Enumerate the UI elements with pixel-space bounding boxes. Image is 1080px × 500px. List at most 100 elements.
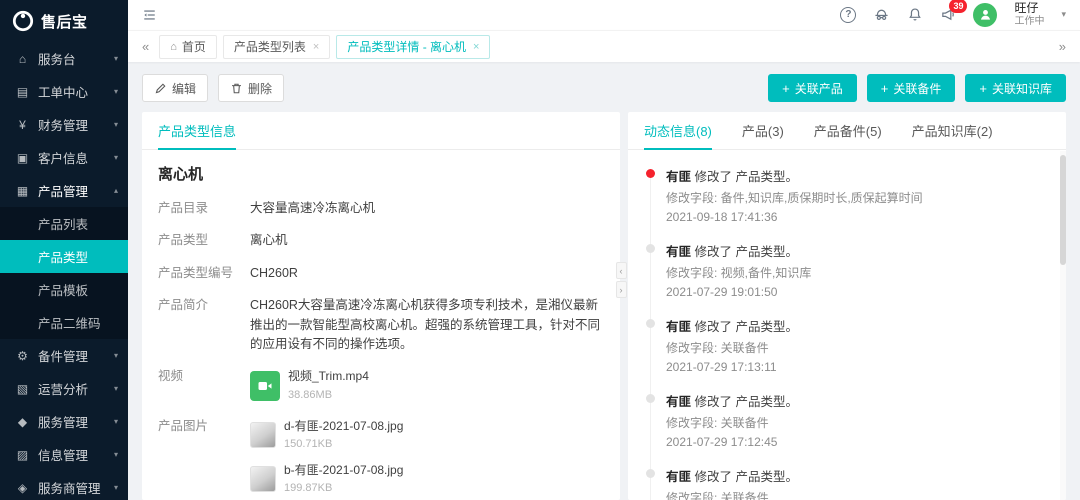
finance-icon: ¥ [14,118,31,132]
notification-badge: 39 [949,0,967,13]
customer-icon: ▣ [14,151,31,165]
analytics-icon: ▧ [14,382,31,396]
sidebar-item-service-desk[interactable]: ⌂ 服务台 ▾ [0,42,128,75]
app-window: 售后宝 ⌂ 服务台 ▾ ▤ 工单中心 ▾ ¥ 财务管理 ▾ ▣ 客户信息 ▾ [0,0,1080,500]
user-avatar[interactable] [973,3,997,27]
video-icon [250,371,280,401]
field-row: 产品简介 CH260R大容量高速冷冻离心机获得多项专利技术，是湘仪最新推出的一款… [158,296,604,354]
help-icon[interactable]: ? [840,7,856,23]
scrollbar-thumb[interactable] [1060,155,1066,265]
notification-bell-icon[interactable] [907,7,923,22]
work-order-icon: ▤ [14,85,31,99]
product-info-card: 产品类型信息 离心机 产品目录 大容量高速冷冻离心机 产品类型 离心机 [142,112,620,500]
trash-icon [230,82,243,95]
menu-fold-icon[interactable] [142,8,157,22]
product-info-body: 离心机 产品目录 大容量高速冷冻离心机 产品类型 离心机 产品类型编号 CH26… [142,150,620,500]
link-product-button[interactable]: + 关联产品 [768,74,857,102]
plus-icon: + [782,82,790,95]
provider-icon: ◈ [14,481,31,495]
activity-item: 有匪 修改了 产品类型。 修改字段: 视频,备件,知识库 2021-07-29 … [646,241,1050,299]
activity-item: 有匪 修改了 产品类型。 修改字段: 关联备件 2021-07-29 17:12… [646,391,1050,449]
user-status: 工作中 [1014,16,1044,28]
home-icon: ⌂ [170,41,177,53]
delete-button[interactable]: 删除 [218,74,284,102]
sidebar-item-service-mgmt[interactable]: ◆ 服务管理 ▾ [0,405,128,438]
product-icon: ▦ [14,184,31,198]
image-thumbnail [250,466,276,492]
announcement-icon[interactable]: 39 [940,7,956,22]
chevron-down-icon: ▾ [114,384,118,393]
collapse-left-icon[interactable]: ‹ [616,262,627,279]
panel-splitter: ‹ › [615,262,627,298]
collapse-right-icon[interactable]: › [616,281,627,298]
field-row: 产品类型 离心机 [158,231,604,250]
sidebar-item-finance[interactable]: ¥ 财务管理 ▾ [0,108,128,141]
brand-logo[interactable]: 售后宝 [0,0,128,42]
link-spare-part-button[interactable]: + 关联备件 [867,74,956,102]
product-info-tabs: 产品类型信息 [142,112,620,150]
tab-product-type-list[interactable]: 产品类型列表 × [223,35,330,59]
field-row: 产品目录 大容量高速冷冻离心机 [158,199,604,218]
tabs-scroll-left-icon[interactable]: « [138,39,153,54]
user-menu[interactable]: 旺仔 工作中 [1014,2,1044,27]
chevron-down-icon: ▾ [114,483,118,492]
image-thumbnail [250,422,276,448]
user-name: 旺仔 [1014,2,1044,16]
timeline-dot [646,319,655,328]
activity-item: 有匪 修改了 产品类型。 修改字段: 关联备件 2021-07-29 17:11… [646,466,1050,500]
sidebar-item-providers[interactable]: ◈ 服务商管理 ▾ [0,471,128,500]
sidebar-item-info-mgmt[interactable]: ▨ 信息管理 ▾ [0,438,128,471]
sidebar-item-customers[interactable]: ▣ 客户信息 ▾ [0,141,128,174]
edit-icon [154,82,167,95]
tab-product-type-info[interactable]: 产品类型信息 [158,112,236,149]
plus-icon: + [979,82,987,95]
brand-name: 售后宝 [41,11,88,32]
tab-product-type-detail[interactable]: 产品类型详情 - 离心机 × [336,35,490,59]
close-icon[interactable]: × [473,41,479,53]
sidebar-item-spare-parts[interactable]: ⚙ 备件管理 ▾ [0,339,128,372]
sidebar-subitem-product-template[interactable]: 产品模板 [0,273,128,306]
sidebar-subitem-product-list[interactable]: 产品列表 [0,207,128,240]
tab-products[interactable]: 产品(3) [742,112,784,149]
user-menu-caret-icon[interactable]: ▾ [1061,9,1066,20]
sidebar: 售后宝 ⌂ 服务台 ▾ ▤ 工单中心 ▾ ¥ 财务管理 ▾ ▣ 客户信息 ▾ [0,0,128,500]
service-mgmt-icon: ◆ [14,415,31,429]
spare-parts-icon: ⚙ [14,349,31,363]
chevron-down-icon: ▾ [114,87,118,96]
image-file[interactable]: d-有匪-2021-07-08.jpg 150.71KB [250,417,604,454]
images-field-row: 产品图片 d-有匪-2021-07-08.jpg 150.71KB [158,417,604,500]
timeline-dot [646,469,655,478]
brand-logo-icon [12,10,34,32]
toolbar-right: + 关联产品 + 关联备件 + 关联知识库 [768,74,1066,102]
info-mgmt-icon: ▨ [14,448,31,462]
tab-home[interactable]: ⌂ 首页 [159,35,217,59]
sidebar-subitem-product-qrcode[interactable]: 产品二维码 [0,306,128,339]
product-image-list: d-有匪-2021-07-08.jpg 150.71KB b-有匪-2021-0… [250,417,604,500]
link-knowledge-button[interactable]: + 关联知识库 [965,74,1066,102]
page-tabbar: « ⌂ 首页 产品类型列表 × 产品类型详情 - 离心机 × » [128,30,1080,62]
sidebar-subitem-product-type[interactable]: 产品类型 [0,240,128,273]
products-submenu: 产品列表 产品类型 产品模板 产品二维码 [0,207,128,339]
tab-activity-feed[interactable]: 动态信息(8) [644,112,712,149]
video-file-meta: 视频_Trim.mp4 38.86MB [288,367,369,404]
chevron-down-icon: ▾ [114,417,118,426]
tab-knowledge[interactable]: 产品知识库(2) [912,112,993,149]
detail-toolbar: 编辑 删除 + 关联产品 + [142,74,1066,102]
incognito-icon[interactable] [873,7,890,22]
sidebar-item-work-orders[interactable]: ▤ 工单中心 ▾ [0,75,128,108]
page-content: 编辑 删除 + 关联产品 + [128,62,1080,500]
video-file[interactable]: 视频_Trim.mp4 38.86MB [250,367,604,404]
close-icon[interactable]: × [313,41,319,53]
tabs-scroll-right-icon[interactable]: » [1055,39,1070,54]
timeline-dot [646,394,655,403]
activity-timeline: 有匪 修改了 产品类型。 修改字段: 备件,知识库,质保期时长,质保起算时间 2… [628,150,1066,500]
chevron-down-icon: ▾ [114,120,118,129]
edit-button[interactable]: 编辑 [142,74,208,102]
activity-card: 动态信息(8) 产品(3) 产品备件(5) 产品知识库(2) 有匪 修改了 产品… [628,112,1066,500]
sidebar-item-analytics[interactable]: ▧ 运营分析 ▾ [0,372,128,405]
image-file[interactable]: b-有匪-2021-07-08.jpg 199.87KB [250,461,604,498]
sidebar-item-products[interactable]: ▦ 产品管理 ▴ [0,174,128,207]
detail-panels: 产品类型信息 离心机 产品目录 大容量高速冷冻离心机 产品类型 离心机 [142,112,1066,500]
tab-spare-parts[interactable]: 产品备件(5) [814,112,882,149]
top-header: ? 39 旺仔 工作中 ▾ [128,0,1080,30]
